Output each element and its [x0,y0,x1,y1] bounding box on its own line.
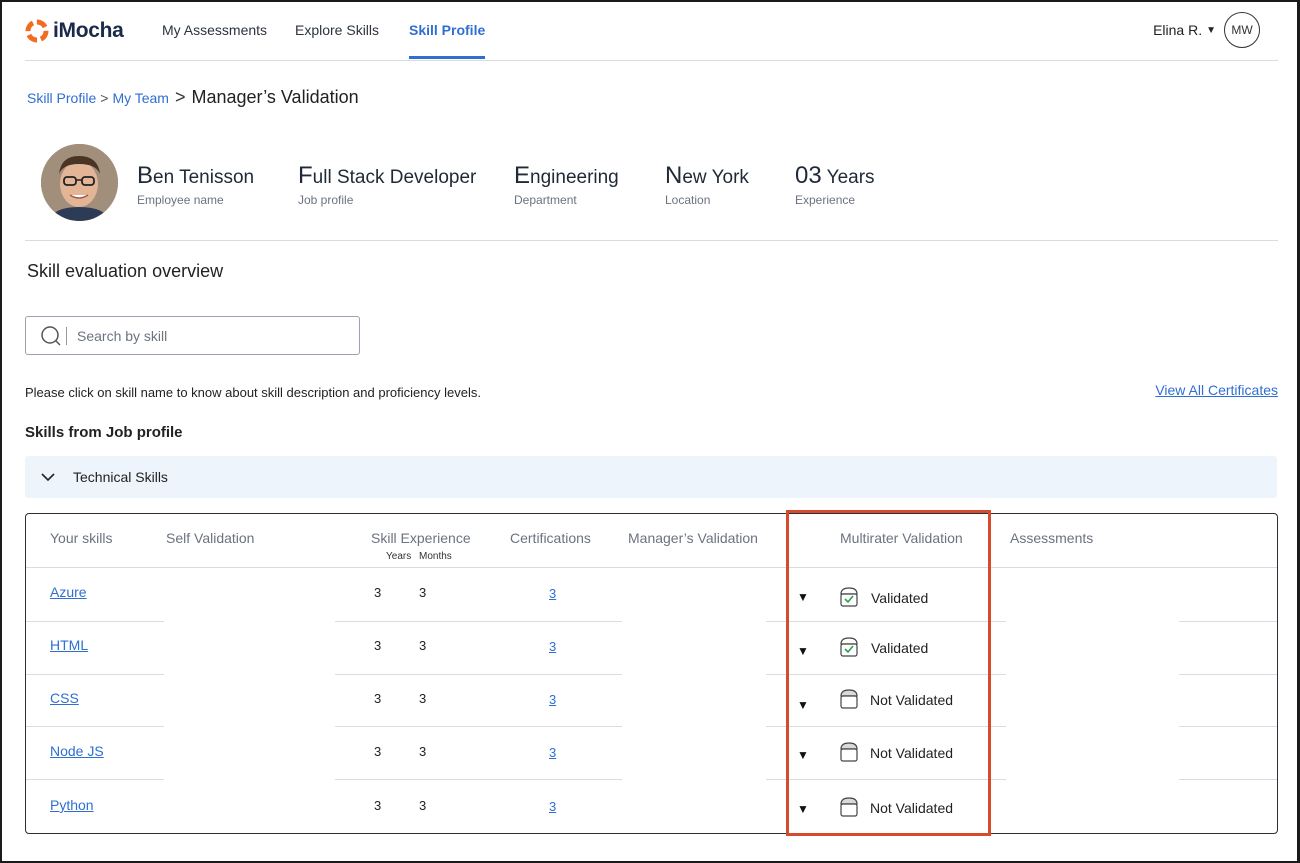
certifications-link[interactable]: 3 [549,692,556,707]
cell-years: 3 [374,638,382,653]
avatar[interactable]: MW [1224,12,1260,48]
skill-link-node-js[interactable]: Node JS [50,743,104,759]
certifications-link[interactable]: 3 [549,639,556,654]
search-divider [66,326,67,345]
breadcrumb: Skill Profile > My Team > Manager’s Vali… [27,87,359,108]
multirater-column-highlight [786,510,991,836]
chevron-down-icon [41,470,55,484]
cell-months: 3 [419,585,427,600]
header-divider [26,567,1277,568]
nav-explore-skills[interactable]: Explore Skills [295,22,379,38]
skill-link-azure[interactable]: Azure [50,584,87,600]
row-divider [335,726,622,727]
field-experience: 03 Years Experience [795,162,875,207]
cell-years: 3 [374,744,382,759]
row-divider [335,674,622,675]
breadcrumb-separator-icon: > [174,87,186,107]
logo[interactable]: iMocha [25,16,124,46]
row-divider [26,779,164,780]
search-input[interactable] [77,327,317,344]
skill-link-python[interactable]: Python [50,797,94,813]
row-divider [1179,726,1277,727]
cell-months: 3 [419,798,427,813]
employee-photo [41,144,118,221]
breadcrumb-separator-icon: > [100,90,109,106]
nav-my-assessments[interactable]: My Assessments [162,22,267,38]
row-divider [335,779,622,780]
header-managers-validation: Manager’s Validation [628,530,758,546]
accordion-technical-skills[interactable]: Technical Skills [25,456,1277,498]
header-years: Years [386,551,412,562]
logo-mark-icon [25,19,49,43]
user-menu[interactable]: Elina R. ▼ MW [1153,12,1260,48]
search-box[interactable] [25,316,360,355]
skill-link-html[interactable]: HTML [50,637,88,653]
view-all-certificates-link[interactable]: View All Certificates [1155,382,1278,398]
breadcrumb-my-team[interactable]: My Team [112,90,169,106]
cell-months: 3 [419,638,427,653]
cell-months: 3 [419,744,427,759]
user-name: Elina R. [1153,22,1203,38]
row-divider [26,621,164,622]
certifications-link[interactable]: 3 [549,586,556,601]
field-location: New York Location [665,162,749,207]
row-divider [26,674,164,675]
page-title: Manager’s Validation [191,87,359,107]
hint-text: Please click on skill name to know about… [25,385,481,400]
cell-months: 3 [419,691,427,706]
row-divider [26,726,164,727]
field-job-profile: Full Stack Developer Job profile [298,162,477,207]
header-self-validation: Self Validation [166,530,255,546]
caret-down-icon: ▼ [1206,24,1216,36]
skill-link-css[interactable]: CSS [50,690,79,706]
logo-text: iMocha [53,19,124,42]
row-divider [335,621,622,622]
search-icon [40,325,62,347]
header-months: Months [419,551,452,562]
cell-years: 3 [374,585,382,600]
top-navigation: iMocha My Assessments Explore Skills Ski… [25,0,1278,61]
cell-years: 3 [374,691,382,706]
header-your-skills: Your skills [50,530,113,546]
accordion-label: Technical Skills [73,469,168,485]
nav-skill-profile[interactable]: Skill Profile [409,22,485,38]
row-divider [1179,779,1277,780]
divider [25,240,1278,241]
header-skill-experience: Skill Experience [371,530,471,546]
row-divider [1179,621,1277,622]
employee-profile: Ben Tenisson Employee name Full Stack De… [41,144,1278,222]
skills-heading: Skills from Job profile [25,424,183,441]
row-divider [1179,674,1277,675]
header-assessments: Assessments [1010,530,1094,546]
header-certifications: Certifications [510,530,591,546]
certifications-link[interactable]: 3 [549,799,556,814]
active-nav-indicator [409,56,485,59]
field-department: Engineering Department [514,162,619,207]
certifications-link[interactable]: 3 [549,745,556,760]
skills-table: Your skills Self Validation Skill Experi… [25,513,1278,834]
field-employee-name: Ben Tenisson Employee name [137,162,255,207]
cell-years: 3 [374,798,382,813]
section-title: Skill evaluation overview [27,261,224,281]
breadcrumb-skill-profile[interactable]: Skill Profile [27,90,96,106]
